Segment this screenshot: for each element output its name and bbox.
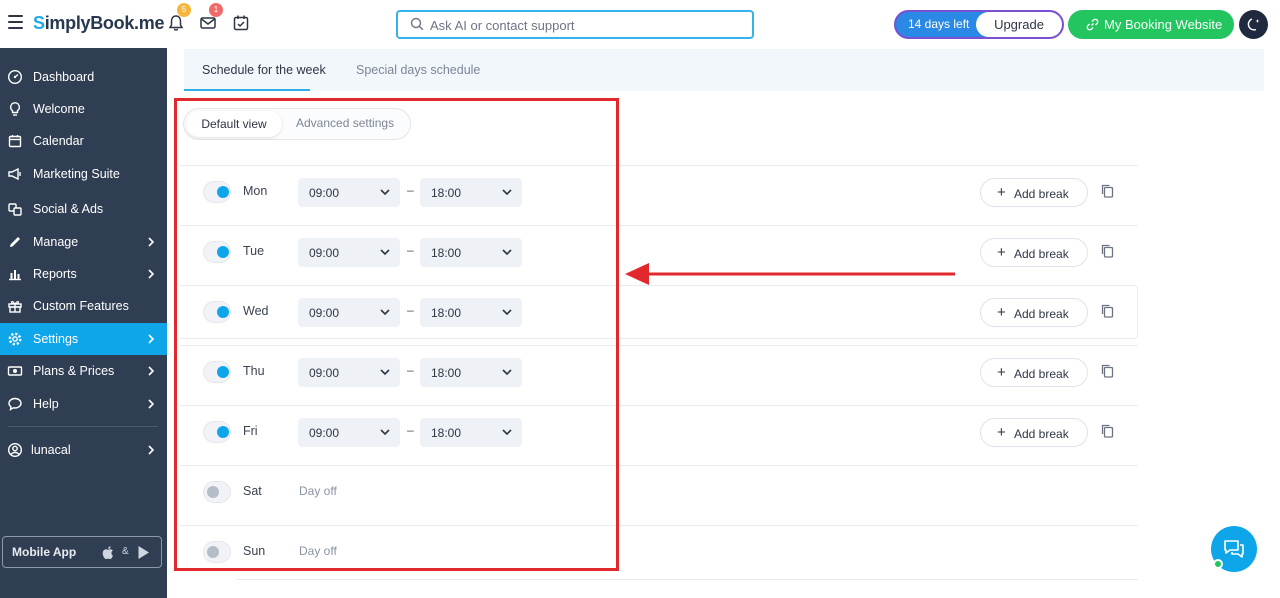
- tab-schedule-for-the-week[interactable]: Schedule for the week: [202, 63, 326, 77]
- upgrade-button[interactable]: Upgrade: [976, 12, 1062, 37]
- schedule-tabs: Schedule for the week Special days sched…: [184, 49, 1264, 91]
- sidebar: Dashboard Welcome Calendar Marketing Sui…: [0, 48, 167, 598]
- search-box[interactable]: [396, 10, 754, 39]
- calendar-icon: [8, 135, 22, 148]
- sidebar-item-label: Help: [33, 397, 59, 411]
- plus-icon: +: [997, 304, 1006, 321]
- sidebar-item-label: Settings: [33, 332, 79, 346]
- sidebar-item-help[interactable]: Help: [0, 388, 167, 420]
- sidebar-item-label: Welcome: [33, 102, 85, 116]
- chevron-right-icon: [148, 399, 155, 409]
- chevron-right-icon: [148, 445, 155, 455]
- plus-icon: +: [997, 424, 1006, 441]
- sidebar-item-reports[interactable]: Reports: [0, 258, 167, 290]
- sidebar-item-label: Social & Ads: [33, 202, 104, 216]
- chevron-right-icon: [148, 269, 155, 279]
- sidebar-item-manage[interactable]: Manage: [0, 226, 167, 258]
- moon-icon: [1247, 18, 1260, 31]
- copy-icon[interactable]: [1101, 364, 1114, 378]
- play-store-icon: [138, 546, 149, 559]
- gift-icon: [8, 300, 22, 313]
- logo[interactable]: SimplyBook.me: [33, 13, 164, 34]
- sidebar-item-label: Custom Features: [33, 299, 129, 313]
- sidebar-item-user[interactable]: lunacal: [0, 434, 167, 466]
- sidebar-item-label: Plans & Prices: [33, 364, 115, 378]
- hamburger-icon[interactable]: [8, 15, 23, 29]
- sidebar-item-label: Marketing Suite: [33, 167, 120, 181]
- sidebar-item-marketing-suite[interactable]: Marketing Suite: [0, 158, 167, 190]
- mobile-app-amp: &: [122, 546, 129, 557]
- tab-special-days-schedule[interactable]: Special days schedule: [356, 63, 480, 77]
- gear-icon: [8, 332, 22, 346]
- mail-icon[interactable]: 1: [199, 3, 223, 34]
- bar-chart-icon: [9, 270, 21, 281]
- sidebar-divider: [8, 426, 158, 427]
- trial-days-text: 14 days left: [908, 17, 970, 31]
- sidebar-item-label: Calendar: [33, 134, 84, 148]
- mobile-app-button[interactable]: Mobile App &: [2, 536, 162, 568]
- lightbulb-icon: [10, 102, 20, 116]
- link-icon: [1086, 18, 1099, 31]
- add-break-label: Add break: [1014, 427, 1069, 441]
- plus-icon: +: [997, 184, 1006, 201]
- sidebar-item-label: Reports: [33, 267, 77, 281]
- social-icon: [8, 203, 22, 216]
- add-break-label: Add break: [1014, 307, 1069, 321]
- sidebar-item-settings[interactable]: Settings: [0, 323, 167, 355]
- my-booking-website-button[interactable]: My Booking Website: [1068, 10, 1234, 39]
- annotation-arrow-icon: [625, 263, 955, 285]
- plus-icon: +: [997, 364, 1006, 381]
- chevron-right-icon: [148, 366, 155, 376]
- active-tab-indicator: [184, 89, 310, 91]
- chevron-right-icon: [148, 237, 155, 247]
- theme-toggle-button[interactable]: [1239, 10, 1268, 39]
- add-break-button[interactable]: + Add break: [980, 418, 1088, 447]
- search-icon: [410, 17, 424, 31]
- apple-icon: [102, 546, 113, 560]
- sidebar-item-plans-prices[interactable]: Plans & Prices: [0, 355, 167, 387]
- notification-badge: 5: [177, 3, 191, 17]
- add-break-label: Add break: [1014, 247, 1069, 261]
- copy-icon[interactable]: [1101, 304, 1114, 318]
- sidebar-item-calendar[interactable]: Calendar: [0, 125, 167, 157]
- sidebar-item-label: Dashboard: [33, 70, 95, 84]
- add-break-button[interactable]: + Add break: [980, 298, 1088, 327]
- dashboard-gauge-icon: [7, 69, 23, 85]
- chevron-right-icon: [148, 334, 155, 344]
- sidebar-item-label: Manage: [33, 235, 79, 249]
- pencil-icon: [10, 237, 20, 247]
- copy-icon[interactable]: [1101, 424, 1114, 438]
- highlight-box: [174, 98, 619, 571]
- copy-icon[interactable]: [1101, 184, 1114, 198]
- support-chat-button[interactable]: [1211, 526, 1257, 572]
- add-break-button[interactable]: + Add break: [980, 358, 1088, 387]
- add-break-button[interactable]: + Add break: [980, 178, 1088, 207]
- chat-support-icon: [1224, 540, 1244, 558]
- add-break-button[interactable]: + Add break: [980, 238, 1088, 267]
- add-break-label: Add break: [1014, 187, 1069, 201]
- calendar-check-icon[interactable]: [232, 14, 252, 34]
- plus-icon: +: [997, 244, 1006, 261]
- megaphone-icon: [8, 167, 21, 181]
- sidebar-item-dashboard[interactable]: Dashboard: [0, 61, 167, 93]
- sidebar-item-welcome[interactable]: Welcome: [0, 93, 167, 125]
- mail-badge: 1: [209, 3, 223, 17]
- online-status-dot: [1213, 559, 1223, 569]
- chat-bubble-icon: [8, 397, 22, 411]
- money-icon: [7, 366, 23, 376]
- mobile-app-label: Mobile App: [12, 545, 77, 559]
- schedule-bottom-divider: [236, 579, 1138, 580]
- sidebar-item-custom-features[interactable]: Custom Features: [0, 290, 167, 322]
- user-circle-icon: [7, 442, 23, 458]
- sidebar-item-social-ads[interactable]: Social & Ads: [0, 193, 167, 225]
- copy-icon[interactable]: [1101, 244, 1114, 258]
- my-booking-website-label: My Booking Website: [1104, 17, 1223, 32]
- sidebar-item-label: lunacal: [31, 443, 71, 457]
- bell-icon[interactable]: 5: [167, 3, 191, 34]
- add-break-label: Add break: [1014, 367, 1069, 381]
- search-input[interactable]: [430, 15, 730, 35]
- trial-pill: 14 days left Upgrade: [894, 10, 1064, 39]
- top-bar: SimplyBook.me 5 1 14 days left Upgrade M…: [0, 0, 1280, 48]
